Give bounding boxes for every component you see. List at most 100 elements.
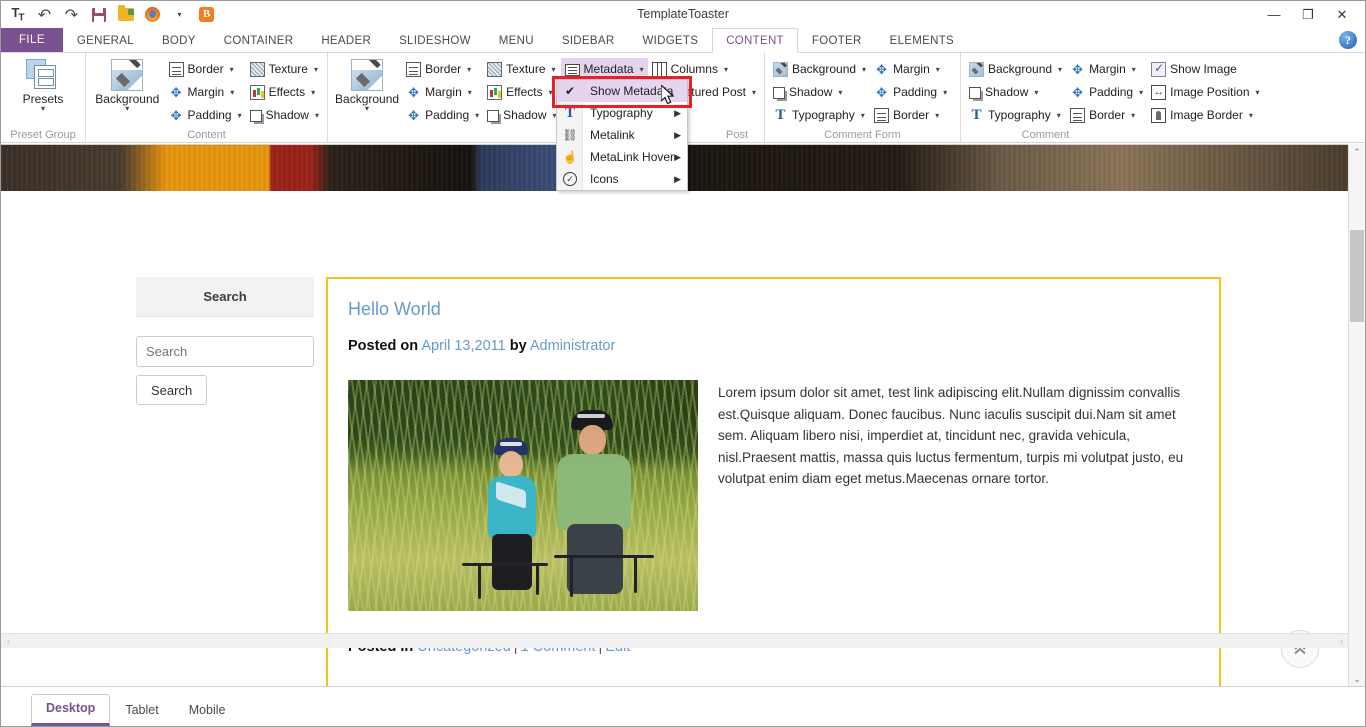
cform-border-button[interactable]: Border▾ (870, 104, 951, 126)
chevron-down-icon[interactable]: ▾ (552, 65, 556, 74)
post-effects-button[interactable]: Effects▾ (483, 81, 560, 103)
tab-footer[interactable]: FOOTER (798, 28, 876, 52)
chevron-down-icon[interactable]: ▾ (838, 88, 842, 97)
firefox-preview-icon[interactable] (143, 5, 162, 24)
chevron-down-icon[interactable]: ▾ (1132, 65, 1136, 74)
post-columns-button[interactable]: Columns▾ (648, 58, 760, 80)
chevron-down-icon[interactable]: ▾ (1131, 111, 1135, 120)
comment-margin-button[interactable]: Margin▾ (1066, 58, 1147, 80)
chevron-down-icon[interactable]: ▾ (311, 88, 315, 97)
post-border-button[interactable]: Border▾ (402, 58, 483, 80)
content-effects-button[interactable]: Effects▾ (246, 81, 323, 103)
menu-item-show-metadata[interactable]: ✔ Show Metadata (557, 80, 687, 102)
post-shadow-button[interactable]: Shadow▾ (483, 104, 560, 126)
chevron-down-icon[interactable]: ▾ (125, 106, 129, 112)
chevron-down-icon[interactable]: ▾ (467, 65, 471, 74)
post-margin-button[interactable]: Margin▾ (402, 81, 483, 103)
tab-sidebar[interactable]: SIDEBAR (548, 28, 629, 52)
content-padding-button[interactable]: Padding▾ (165, 104, 246, 126)
cform-shadow-button[interactable]: Shadow▾ (769, 81, 870, 103)
tab-body[interactable]: BODY (148, 28, 210, 52)
scroll-up-icon[interactable]: ⌃ (1349, 144, 1365, 161)
cform-typography-button[interactable]: Typography▾ (769, 104, 870, 126)
horizontal-scrollbar[interactable]: ‹ › (1, 633, 1349, 648)
cform-padding-button[interactable]: Padding▾ (870, 81, 951, 103)
blogger-export-icon[interactable]: B (197, 5, 216, 24)
chevron-down-icon[interactable]: ▾ (1139, 88, 1143, 97)
chevron-down-icon[interactable]: ▾ (1058, 65, 1062, 74)
menu-item-icons[interactable]: ✓ Icons ▶ (557, 168, 687, 190)
chevron-down-icon[interactable]: ▾ (943, 88, 947, 97)
chevron-down-icon[interactable]: ▾ (862, 65, 866, 74)
tab-slideshow[interactable]: SLIDESHOW (385, 28, 485, 52)
tab-widgets[interactable]: WIDGETS (628, 28, 712, 52)
vertical-scrollbar[interactable]: ⌃ ⌄ (1348, 144, 1365, 688)
chevron-down-icon[interactable]: ▾ (1057, 111, 1061, 120)
comment-show-image-checkbox[interactable]: Show Image (1147, 58, 1263, 80)
restore-icon[interactable]: ❐ (1291, 2, 1325, 28)
post-container-selected[interactable]: Hello World Posted on April 13,2011 by A… (326, 277, 1221, 688)
chevron-down-icon[interactable]: ▾ (640, 65, 644, 74)
menu-item-typography[interactable]: Typography ▶ (557, 102, 687, 124)
content-background-button[interactable]: Background ▾ (90, 57, 165, 112)
preview-dropdown-caret-icon[interactable]: ▾ (170, 5, 189, 24)
save-icon[interactable] (89, 5, 108, 24)
chevron-down-icon[interactable]: ▾ (1256, 88, 1260, 97)
post-metadata-button[interactable]: Metadata▾ (561, 58, 648, 80)
chevron-down-icon[interactable]: ▾ (752, 88, 756, 97)
menu-item-metalink[interactable]: ⛓ Metalink ▶ (557, 124, 687, 146)
post-title-link[interactable]: Hello World (348, 299, 1199, 320)
post-date-link[interactable]: April 13,2011 (421, 338, 505, 354)
help-icon[interactable]: ? (1339, 31, 1357, 49)
post-featured-image[interactable] (348, 380, 698, 611)
close-icon[interactable]: ✕ (1325, 2, 1359, 28)
content-texture-button[interactable]: Texture▾ (246, 58, 323, 80)
device-tab-desktop[interactable]: Desktop (31, 694, 110, 726)
chevron-down-icon[interactable]: ▾ (1249, 111, 1253, 120)
scroll-right-icon[interactable]: › (1334, 634, 1349, 648)
comment-shadow-button[interactable]: Shadow▾ (965, 81, 1066, 103)
scrollbar-thumb[interactable] (1350, 230, 1364, 322)
comment-border-button[interactable]: Border▾ (1066, 104, 1147, 126)
chevron-down-icon[interactable]: ▾ (365, 106, 369, 112)
chevron-down-icon[interactable]: ▾ (861, 111, 865, 120)
content-border-button[interactable]: Border▾ (165, 58, 246, 80)
tab-container[interactable]: CONTAINER (210, 28, 308, 52)
device-tab-tablet[interactable]: Tablet (110, 696, 173, 726)
cform-background-button[interactable]: Background▾ (769, 58, 870, 80)
post-texture-button[interactable]: Texture▾ (483, 58, 560, 80)
comment-background-button[interactable]: Background▾ (965, 58, 1066, 80)
post-padding-button[interactable]: Padding▾ (402, 104, 483, 126)
post-author-link[interactable]: Administrator (530, 338, 615, 354)
design-preview-canvas[interactable]: Search Search Hello World Posted on Apri… (1, 144, 1349, 688)
scroll-left-icon[interactable]: ‹ (1, 634, 16, 648)
menu-item-metalink-hover[interactable]: ☝ MetaLink Hover ▶ (557, 146, 687, 168)
open-folder-icon[interactable] (116, 5, 135, 24)
cform-margin-button[interactable]: Margin▾ (870, 58, 951, 80)
tab-header[interactable]: HEADER (307, 28, 385, 52)
redo-icon[interactable]: ↷ (62, 5, 81, 24)
search-input[interactable] (136, 336, 314, 367)
chevron-down-icon[interactable]: ▾ (41, 106, 45, 112)
comment-padding-button[interactable]: Padding▾ (1066, 81, 1147, 103)
chevron-down-icon[interactable]: ▾ (230, 65, 234, 74)
presets-button[interactable]: Presets ▾ (5, 57, 81, 112)
tab-file[interactable]: FILE (1, 28, 63, 52)
comment-typography-button[interactable]: Typography▾ (965, 104, 1066, 126)
chevron-down-icon[interactable]: ▾ (1034, 88, 1038, 97)
chevron-down-icon[interactable]: ▾ (230, 88, 234, 97)
chevron-down-icon[interactable]: ▾ (238, 111, 242, 120)
post-background-button[interactable]: Background ▾ (332, 57, 402, 112)
device-tab-mobile[interactable]: Mobile (174, 696, 241, 726)
content-shadow-button[interactable]: Shadow▾ (246, 104, 323, 126)
content-margin-button[interactable]: Margin▾ (165, 81, 246, 103)
minimize-icon[interactable]: — (1257, 2, 1291, 28)
chevron-down-icon[interactable]: ▾ (475, 111, 479, 120)
chevron-down-icon[interactable]: ▾ (549, 88, 553, 97)
comment-image-border-button[interactable]: Image Border▾ (1147, 104, 1263, 126)
chevron-down-icon[interactable]: ▾ (935, 111, 939, 120)
chevron-down-icon[interactable]: ▾ (724, 65, 728, 74)
chevron-down-icon[interactable]: ▾ (314, 65, 318, 74)
comment-image-position-button[interactable]: Image Position▾ (1147, 81, 1263, 103)
undo-icon[interactable]: ↶ (35, 5, 54, 24)
